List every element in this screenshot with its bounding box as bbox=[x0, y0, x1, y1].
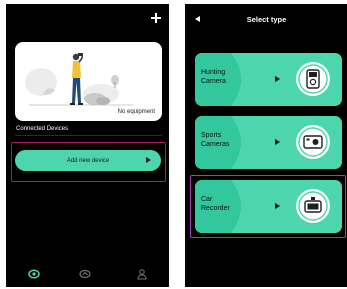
home-screen: No equipment Connected Devices Add new d… bbox=[6, 4, 169, 287]
play-arrow-icon bbox=[146, 157, 151, 163]
select-type-screen: Select type Hunting Camera Sports Camera… bbox=[185, 4, 347, 287]
page-title: Select type bbox=[246, 15, 287, 24]
type-label-line1: Hunting bbox=[201, 69, 226, 76]
type-card-hunting-camera[interactable]: Hunting Camera bbox=[195, 53, 342, 106]
section-label: Connected Devices bbox=[16, 126, 69, 132]
devices-tab-icon[interactable] bbox=[28, 269, 40, 279]
play-arrow-icon bbox=[275, 139, 280, 145]
type-label-line2: Camera bbox=[201, 78, 226, 85]
divider bbox=[15, 135, 162, 136]
empty-state-text: No equipment bbox=[117, 109, 155, 115]
highlight-box bbox=[190, 175, 346, 238]
play-arrow-icon bbox=[275, 76, 280, 82]
trail-camera-icon bbox=[296, 62, 330, 96]
add-device-label: Add new device bbox=[66, 157, 110, 164]
cloud-tab-icon[interactable] bbox=[79, 269, 91, 279]
empty-state-card: No equipment bbox=[15, 42, 162, 121]
add-device-button[interactable]: Add new device bbox=[15, 150, 161, 171]
type-label-line2: Cameras bbox=[201, 141, 230, 148]
profile-tab-icon[interactable] bbox=[137, 269, 147, 280]
type-card-sports-cameras[interactable]: Sports Cameras bbox=[195, 116, 342, 169]
action-camera-icon bbox=[296, 125, 330, 159]
type-label-line1: Sports bbox=[201, 132, 222, 139]
bottom-nav bbox=[6, 263, 169, 287]
type-label: Sports Cameras bbox=[201, 131, 241, 149]
type-label: Hunting Camera bbox=[201, 68, 241, 86]
add-icon[interactable] bbox=[151, 13, 161, 23]
